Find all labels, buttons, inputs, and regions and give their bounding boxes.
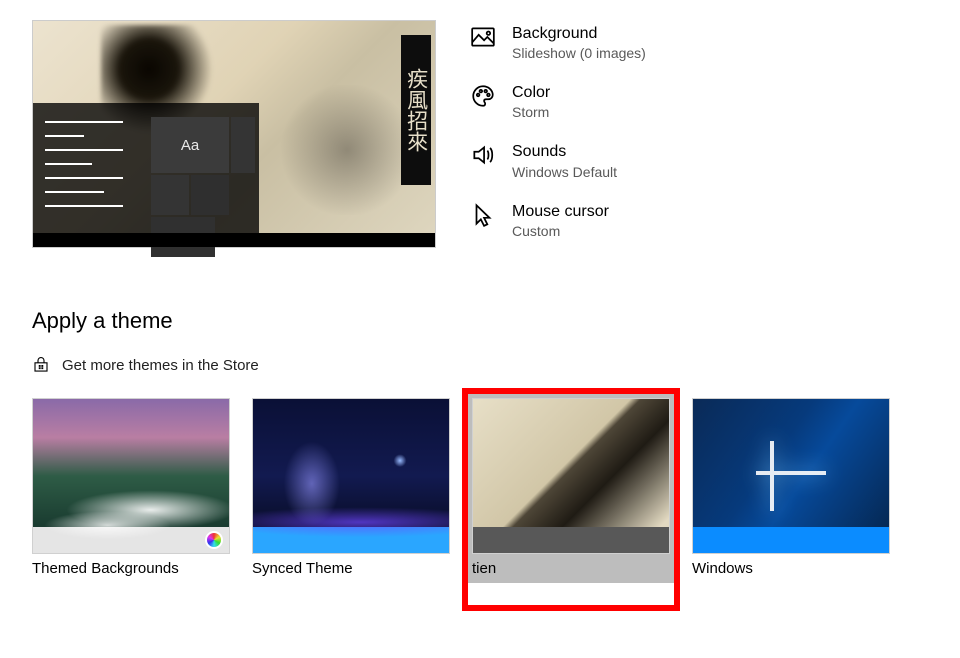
sound-icon (470, 142, 496, 168)
color-wheel-icon (205, 531, 223, 549)
current-theme-preview[interactable]: 疾風招來 Aa (32, 20, 436, 248)
get-themes-store-link[interactable]: Get more themes in the Store (32, 356, 960, 374)
theme-thumbnail (692, 398, 890, 554)
setting-mouse-cursor[interactable]: Mouse cursor Custom (470, 202, 646, 239)
setting-label: Color (512, 83, 550, 102)
setting-label: Sounds (512, 142, 617, 161)
taskbar-preview (33, 233, 435, 247)
store-link-label: Get more themes in the Store (62, 357, 259, 374)
setting-value: Custom (512, 223, 609, 239)
theme-accent-strip (693, 527, 889, 553)
theme-card-synced-theme[interactable]: Synced Theme (252, 398, 450, 577)
theme-name: tien (472, 560, 670, 577)
theme-name: Synced Theme (252, 560, 450, 577)
theme-thumbnail (252, 398, 450, 554)
setting-value: Slideshow (0 images) (512, 45, 646, 61)
theme-settings-list: Background Slideshow (0 images) Color St… (470, 20, 646, 248)
tile (231, 117, 255, 173)
start-menu-preview: Aa (33, 103, 259, 247)
setting-sounds[interactable]: Sounds Windows Default (470, 142, 646, 179)
theme-card-themed-backgrounds[interactable]: Themed Backgrounds (32, 398, 230, 577)
picture-icon (470, 24, 496, 50)
setting-value: Storm (512, 104, 550, 120)
setting-color[interactable]: Color Storm (470, 83, 646, 120)
palette-icon (470, 83, 496, 109)
tile (151, 175, 189, 215)
theme-card-tien[interactable]: tien (472, 398, 670, 577)
setting-label: Mouse cursor (512, 202, 609, 221)
tile-aa: Aa (151, 117, 229, 173)
wallpaper-caption: 疾風招來 (401, 35, 431, 185)
start-list-preview (45, 121, 123, 219)
theme-accent-strip (253, 527, 449, 553)
setting-label: Background (512, 24, 646, 43)
apply-theme-heading: Apply a theme (32, 308, 960, 334)
wallpaper-art (277, 85, 417, 215)
theme-card-windows[interactable]: Windows (692, 398, 890, 577)
theme-accent-strip (473, 527, 669, 553)
theme-thumbnail (472, 398, 670, 554)
theme-name: Themed Backgrounds (32, 560, 230, 577)
store-icon (32, 356, 50, 374)
setting-value: Windows Default (512, 164, 617, 180)
theme-thumbnail (32, 398, 230, 554)
theme-name: Windows (692, 560, 890, 577)
setting-background[interactable]: Background Slideshow (0 images) (470, 24, 646, 61)
cursor-icon (470, 202, 496, 228)
theme-accent-strip (33, 527, 229, 553)
theme-card-list: Themed Backgrounds Synced Theme tien Win… (32, 398, 960, 577)
tile (191, 175, 229, 215)
